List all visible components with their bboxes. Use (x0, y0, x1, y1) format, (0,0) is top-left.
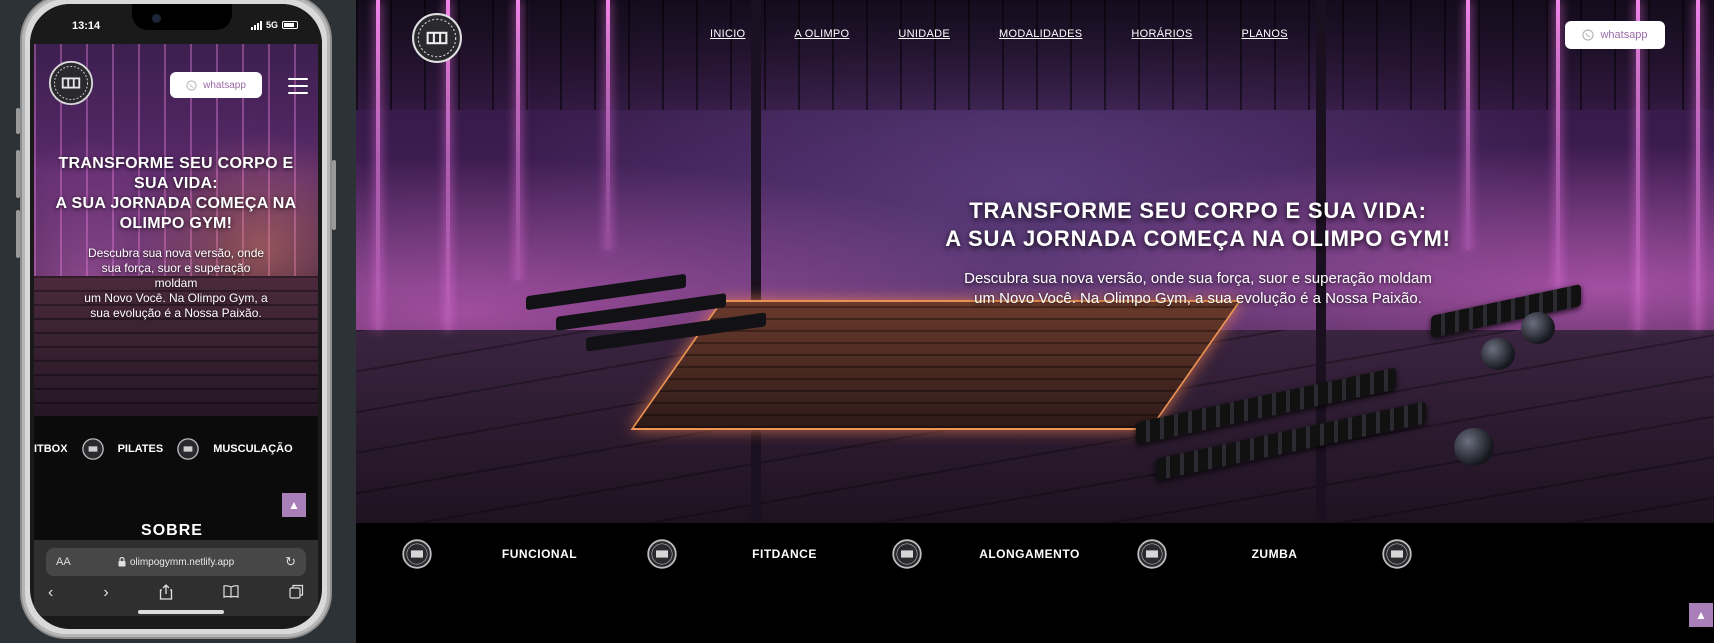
olimpo-gym-emblem-icon (647, 539, 677, 569)
status-bar: 13:14 5G (30, 4, 322, 44)
url-display: olimpogymm.netlify.app (46, 557, 306, 568)
whatsapp-icon (186, 79, 197, 91)
hero-description: Descubra sua nova versão, onde sua força… (356, 269, 1714, 309)
nav-link-modalidades[interactable]: MODALIDADES (999, 28, 1082, 40)
phone-screen: 13:14 5G whatsapp TRANSFORME SEU CORPO E… (30, 4, 322, 629)
browser-nav-icons: ‹ › (42, 584, 310, 602)
phone-power-button (332, 160, 336, 230)
mobile-hero-title-line: TRANSFORME SEU CORPO E (58, 155, 294, 172)
whatsapp-button[interactable]: whatsapp (170, 72, 262, 98)
mobile-hero-title-line: SUA VIDA: (134, 175, 218, 192)
hero-kettlebell (1481, 338, 1515, 370)
modalities-strip: FUNCIONAL FITDANCE ALONGAMENTO ZUMBA (356, 523, 1714, 583)
mobile-hero-desc-line: Descubra sua nova versão, onde (87, 246, 265, 260)
hero-desc-line: Descubra sua nova versão, onde sua força… (964, 270, 1432, 287)
main-nav: INICIO A OLIMPO UNIDADE MODALIDADES HORÁ… (710, 28, 1288, 40)
camera-icon (152, 14, 161, 23)
mobile-hero-title-line: OLIMPO GYM! (119, 215, 233, 232)
whatsapp-label: whatsapp (1600, 29, 1648, 41)
nav-link-inicio[interactable]: INICIO (710, 28, 745, 40)
book-icon[interactable] (223, 584, 239, 598)
status-indicators: 5G (250, 20, 298, 30)
hero-pillar (751, 0, 761, 523)
olimpo-gym-emblem-icon[interactable] (48, 60, 94, 106)
nav-link-planos[interactable]: PLANOS (1241, 28, 1287, 40)
olimpo-gym-emblem-icon (1382, 539, 1412, 569)
mobile-hero: whatsapp TRANSFORME SEU CORPO E SUA VIDA… (34, 44, 318, 416)
hero-title: TRANSFORME SEU CORPO E SUA VIDA: A SUA J… (356, 197, 1714, 253)
page: 13:14 5G whatsapp TRANSFORME SEU CORPO E… (0, 0, 1714, 643)
modality-label: FUNCIONAL (501, 547, 578, 561)
chevron-right-icon[interactable]: › (103, 584, 108, 602)
dynamic-island (132, 4, 232, 30)
chevron-left-icon[interactable]: ‹ (48, 584, 53, 602)
olimpo-gym-emblem-icon[interactable] (411, 12, 463, 64)
section-title-sobre: SOBRE (141, 522, 203, 539)
olimpo-gym-emblem-icon (177, 438, 199, 460)
reload-icon[interactable]: ↻ (285, 554, 296, 570)
olimpo-gym-emblem-icon (81, 438, 104, 460)
whatsapp-icon (1582, 29, 1595, 41)
hero-kettlebell (1521, 312, 1555, 344)
home-indicator[interactable] (138, 610, 224, 614)
modality-label: RITBOX (34, 443, 68, 455)
hero-kettlebell (1454, 428, 1494, 466)
modality-label: FITDANCE (752, 547, 817, 561)
arrow-up-icon[interactable]: ▲ (1689, 603, 1713, 627)
url-text: olimpogymm.netlify.app (129, 556, 235, 568)
modality-label: MUSCULAÇÃO (213, 443, 293, 455)
whatsapp-button[interactable]: whatsapp (1565, 21, 1665, 49)
mobile-modalities-strip: RITBOX PILATES MUSCULAÇÃO (34, 416, 318, 484)
reader-settings-button[interactable]: AA (56, 556, 71, 568)
modality-label: ZUMBA (1251, 547, 1298, 561)
mobile-hero-desc-line: sua evolução é a Nossa Paixão. (90, 306, 262, 320)
mobile-hero-desc-line: moldam (154, 276, 198, 290)
olimpo-gym-emblem-icon (892, 539, 922, 569)
arrow-up-icon[interactable]: ▲ (282, 493, 306, 517)
browser-toolbar: AA olimpogymm.netlify.app ↻ ‹ › (34, 540, 318, 616)
signal-icon (250, 20, 262, 30)
mobile-hero-title: TRANSFORME SEU CORPO E SUA VIDA: A SUA J… (34, 154, 318, 234)
olimpo-gym-emblem-icon (1137, 539, 1167, 569)
hamburger-menu-icon[interactable] (288, 78, 308, 94)
olimpo-gym-emblem-icon (402, 539, 432, 569)
hero-ceiling (356, 0, 1714, 110)
lock-icon (118, 557, 126, 567)
tabs-icon[interactable] (289, 584, 304, 599)
share-icon[interactable] (159, 584, 173, 600)
whatsapp-label: whatsapp (203, 79, 246, 91)
hero-desc-line: um Novo Você. Na Olimpo Gym, a sua evolu… (974, 290, 1422, 307)
mobile-hero-desc-line: sua força, suor e superação (101, 261, 251, 275)
hero-title-line: TRANSFORME SEU CORPO E SUA VIDA: (969, 198, 1427, 223)
modality-label: PILATES (117, 443, 164, 455)
mobile-modalities-row: RITBOX PILATES MUSCULAÇÃO (34, 438, 293, 460)
nav-link-unidade[interactable]: UNIDADE (898, 28, 950, 40)
address-bar[interactable]: AA olimpogymm.netlify.app ↻ (46, 548, 306, 576)
desktop-page: INICIO A OLIMPO UNIDADE MODALIDADES HORÁ… (356, 0, 1714, 643)
network-label: 5G (265, 20, 278, 30)
phone-mockup-area: 13:14 5G whatsapp TRANSFORME SEU CORPO E… (0, 0, 356, 643)
modality-label: ALONGAMENTO (979, 547, 1080, 561)
mobile-hero-description: Descubra sua nova versão, onde sua força… (52, 246, 300, 321)
hero-title-line: A SUA JORNADA COMEÇA NA OLIMPO GYM! (945, 226, 1451, 251)
nav-link-horarios[interactable]: HORÁRIOS (1131, 28, 1192, 40)
battery-icon (282, 21, 298, 29)
status-time: 13:14 (72, 20, 101, 32)
phone-frame: 13:14 5G whatsapp TRANSFORME SEU CORPO E… (20, 0, 332, 639)
desktop-hero: INICIO A OLIMPO UNIDADE MODALIDADES HORÁ… (356, 0, 1714, 523)
mobile-hero-desc-line: um Novo Você. Na Olimpo Gym, a (84, 291, 268, 305)
nav-link-a-olimpo[interactable]: A OLIMPO (794, 28, 849, 40)
modalities-row: FUNCIONAL FITDANCE ALONGAMENTO ZUMBA (402, 539, 1412, 569)
mobile-hero-title-line: A SUA JORNADA COMEÇA NA (55, 195, 297, 212)
